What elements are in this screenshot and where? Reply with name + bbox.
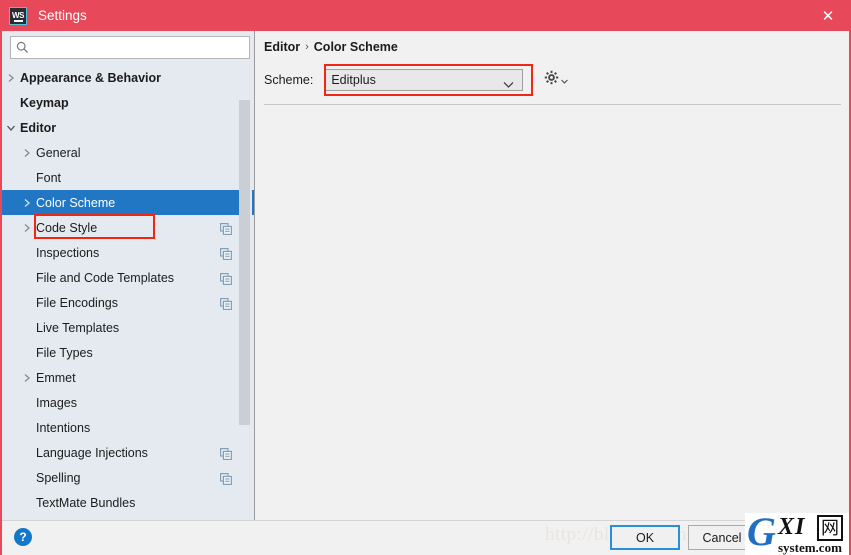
sidebar-item-label: Intentions <box>36 420 91 435</box>
window-title: Settings <box>38 8 87 23</box>
sidebar-item-emmet[interactable]: Emmet <box>2 365 254 390</box>
sidebar-item-label: Color Scheme <box>36 195 116 210</box>
sidebar-item-appearance-behavior[interactable]: Appearance & Behavior <box>2 65 254 90</box>
sidebar-item-label: Font <box>36 170 62 185</box>
sidebar-scrollbar-track[interactable] <box>239 65 252 520</box>
sidebar-item-spelling[interactable]: Spelling <box>2 465 254 490</box>
copy-settings-icon[interactable] <box>220 447 232 460</box>
ok-button[interactable]: OK <box>610 525 680 550</box>
chevron-right-icon <box>2 223 36 233</box>
sidebar-item-live-templates[interactable]: Live Templates <box>2 315 254 340</box>
close-icon[interactable]: ✕ <box>805 0 851 31</box>
sidebar-item-label: Language Injections <box>36 445 148 460</box>
breadcrumb-current: Color Scheme <box>313 40 398 54</box>
chevron-right-icon <box>2 198 36 208</box>
copy-settings-icon[interactable] <box>220 272 232 285</box>
webstorm-logo-underline <box>13 20 23 22</box>
search-icon <box>16 41 29 54</box>
sidebar-item-label: Live Templates <box>36 320 120 335</box>
copy-settings-icon[interactable] <box>220 297 232 310</box>
sidebar-item-textmate-bundles[interactable]: TextMate Bundles <box>2 490 254 515</box>
breadcrumb-separator-icon: › <box>305 41 309 53</box>
help-icon[interactable]: ? <box>14 528 32 546</box>
search-input[interactable] <box>33 39 237 56</box>
sidebar-item-file-types[interactable]: File Types <box>2 340 254 365</box>
copy-settings-icon[interactable] <box>220 247 232 260</box>
sidebar-item-keymap[interactable]: Keymap <box>2 90 254 115</box>
sidebar-item-color-scheme[interactable]: Color Scheme <box>2 190 254 215</box>
sidebar-item-label: Appearance & Behavior <box>20 70 162 85</box>
settings-dialog: WS Settings ✕ Appearance & Behavior Keyma… <box>0 0 851 555</box>
sidebar-item-file-encodings[interactable]: File Encodings <box>2 290 254 315</box>
sidebar-item-intentions[interactable]: Intentions <box>2 415 254 440</box>
sidebar-item-editor[interactable]: Editor <box>2 115 254 140</box>
gxi-logo-xi: XI <box>778 514 806 540</box>
chevron-down-icon <box>2 123 20 133</box>
sidebar-item-label: File and Code Templates <box>36 270 175 285</box>
sidebar-item-code-style[interactable]: Code Style <box>2 215 254 240</box>
sidebar-item-font[interactable]: Font <box>2 165 254 190</box>
sidebar-item-label: Code Style <box>36 220 98 235</box>
scheme-dropdown-value: Editplus <box>331 73 376 87</box>
settings-content-panel: Editor › Color Scheme Scheme: Editplus <box>256 31 849 520</box>
sidebar-item-label: Images <box>36 395 77 410</box>
sidebar-scrollbar-thumb[interactable] <box>239 100 250 425</box>
gxi-logo-g: G <box>747 513 776 554</box>
sidebar-item-language-injections[interactable]: Language Injections <box>2 440 254 465</box>
sidebar-item-file-and-code-templates[interactable]: File and Code Templates <box>2 265 254 290</box>
scheme-label: Scheme: <box>264 73 314 87</box>
breadcrumb: Editor › Color Scheme <box>264 40 398 54</box>
sidebar-item-inspections[interactable]: Inspections <box>2 240 254 265</box>
copy-settings-icon[interactable] <box>220 222 232 235</box>
sidebar-item-label: File Types <box>36 345 93 360</box>
chevron-right-icon <box>2 373 36 383</box>
chevron-down-icon <box>503 76 514 94</box>
gear-chevron-down-icon <box>561 71 569 89</box>
content-divider <box>264 104 841 105</box>
gxi-logo-subtitle: system.com <box>778 540 842 555</box>
scheme-row: Scheme: Editplus <box>264 64 569 96</box>
settings-sidebar: Appearance & Behavior Keymap Editor General… <box>2 31 255 520</box>
sidebar-item-label: TextMate Bundles <box>36 495 136 510</box>
webstorm-logo-icon: WS <box>9 6 27 25</box>
title-bar: WS Settings ✕ <box>0 0 851 31</box>
sidebar-item-label: Spelling <box>36 470 81 485</box>
scheme-settings-button[interactable] <box>544 70 569 90</box>
gxi-logo-wang-icon: 网 <box>817 515 843 541</box>
sidebar-item-label: Keymap <box>20 95 69 110</box>
chevron-right-icon <box>2 148 36 158</box>
gxi-logo: G XI 网 system.com <box>745 513 849 555</box>
webstorm-logo-text: WS <box>12 10 24 20</box>
chevron-right-icon <box>2 73 20 83</box>
sidebar-item-label: File Encodings <box>36 295 118 310</box>
settings-tree[interactable]: Appearance & Behavior Keymap Editor General… <box>2 65 254 520</box>
gear-icon <box>544 70 559 90</box>
sidebar-item-label: Inspections <box>36 245 100 260</box>
sidebar-item-label: Emmet <box>36 370 76 385</box>
scheme-dropdown[interactable]: Editplus <box>324 69 524 94</box>
sidebar-item-label: General <box>36 145 81 160</box>
search-box[interactable] <box>10 36 250 59</box>
breadcrumb-parent[interactable]: Editor <box>264 40 300 54</box>
sidebar-item-label: Editor <box>20 120 57 135</box>
sidebar-item-images[interactable]: Images <box>2 390 254 415</box>
sidebar-item-general[interactable]: General <box>2 140 254 165</box>
copy-settings-icon[interactable] <box>220 472 232 485</box>
